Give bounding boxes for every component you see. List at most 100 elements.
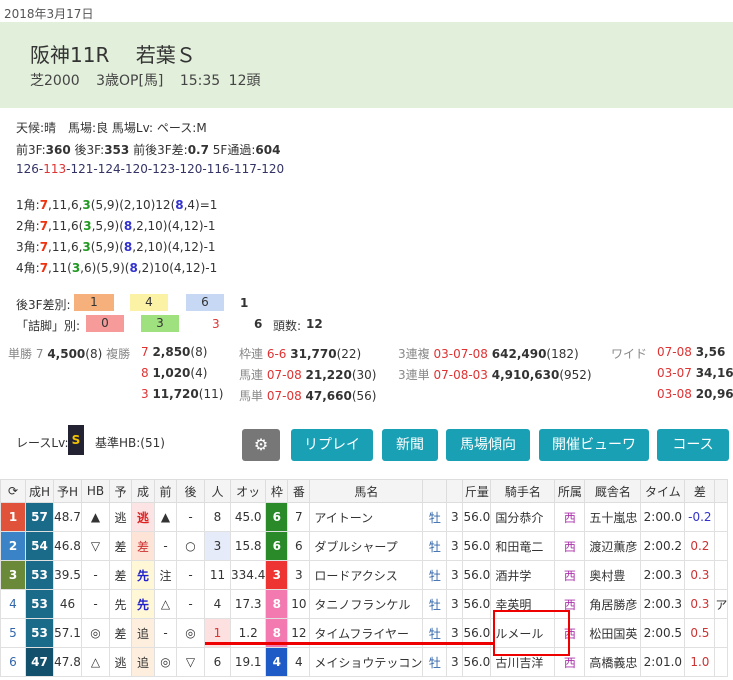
trainer-name: 奥村豊 (584, 560, 642, 590)
horse-name[interactable]: タニノフランケル (309, 589, 424, 619)
settings-button[interactable]: ⚙ (242, 429, 280, 461)
payout-tansho: 単勝 7 4,500(8) 複勝 (8, 347, 131, 361)
tsume-v4: 6 (254, 317, 263, 331)
actual-style: 追 (131, 618, 155, 648)
jockey-name[interactable]: 酒井学 (490, 560, 556, 590)
table-row[interactable]: 1 57 48.7 ▲ 逃逃 ▲ -8 45.0 6 7 アイトーン牡 3 56.0 国分恭介西五十嵐忠 2… (0, 502, 729, 532)
newspaper-button[interactable]: 新聞 (382, 429, 438, 461)
lap-value: 121 (70, 162, 94, 176)
col-header: HB (81, 479, 110, 503)
payout-umatan: 馬単 07-08 47,660(56) (239, 389, 377, 403)
cell: 3 (446, 589, 464, 619)
lap-value: 120 (261, 162, 285, 176)
jockey-name[interactable]: 和田竜二 (490, 531, 556, 561)
corner-part: 7 (39, 261, 49, 275)
actual-style: 逃 (131, 502, 155, 532)
corner-part: ,11,6, (48, 198, 83, 212)
corner-part: 7 (39, 240, 49, 254)
actual-style: 先 (131, 589, 155, 619)
late3f-v2: 4 (130, 294, 168, 311)
fukusho-row: 7 2,850(8) (141, 345, 207, 359)
corner-part: 7 (39, 219, 49, 233)
col-header: 後 (176, 479, 205, 503)
table-row[interactable]: 2 54 46.8 ▽ 差差 - ○ 3 15.8 6 6 ダブルシャープ牡 3 56.0 和田竜二西渡辺薫… (0, 531, 729, 561)
jockey-name[interactable]: 国分恭介 (490, 502, 556, 532)
tsume-label: 「詰脚」別: (16, 319, 81, 333)
cell (714, 618, 729, 648)
cell: 10 (287, 589, 311, 619)
seiseki-hb: 53 (25, 589, 54, 619)
late3f-label: 後3F差別: (16, 298, 71, 312)
corner-part: 3 (82, 240, 91, 254)
track-trend-button[interactable]: 馬場傾向 (446, 429, 530, 461)
wide-row: 07-08 3,56 (657, 345, 725, 359)
cell: ▽ (176, 647, 205, 677)
fukusho-pop: (11) (198, 387, 224, 401)
race-level-badge: S (68, 425, 84, 455)
rank-cell: 4 (0, 589, 26, 619)
seiseki-hb: 54 (25, 531, 54, 561)
cell: △ (154, 589, 177, 619)
sex: 牡 (422, 502, 448, 532)
col-header: 枠 (265, 479, 289, 503)
cell: - (154, 531, 177, 561)
fukusho-row: 8 1,020(4) (141, 366, 207, 380)
cell: 56.0 (462, 502, 492, 532)
cell: 先 (109, 589, 132, 619)
waku-cell: 4 (265, 647, 289, 677)
horse-name[interactable]: メイショウテッコン (309, 647, 424, 677)
table-row[interactable]: 4 53 46- 先先 △ -4 17.3 8 10 タニノフランケル牡 3 56.0 幸英明西角居勝彦… (0, 589, 729, 619)
replay-button[interactable]: リプレイ (291, 429, 373, 461)
cell: - (81, 560, 110, 590)
margin: 0.5 (684, 618, 716, 648)
cell: 15.8 (229, 531, 267, 561)
cell: 3 (446, 531, 464, 561)
cell: 3 (446, 647, 464, 677)
waku-cell: 6 (265, 502, 289, 532)
horse-name[interactable]: ダブルシャープ (309, 531, 424, 561)
cell: 39.5 (53, 560, 82, 590)
corner-line-1: 1角:7,11,6,3(5,9)(2,10)12(8,4)=1 (16, 196, 217, 213)
lap-value: 116 (206, 162, 230, 176)
cell: 46.8 (53, 531, 82, 561)
col-header: 馬名 (309, 479, 424, 503)
table-row[interactable]: 3 53 39.5- 差先注 -11 334.4 3 3 ロードアクシス牡 3 56.0 酒井学西奥村… (0, 560, 729, 590)
cell: 47.8 (53, 647, 82, 677)
meeting-viewer-button[interactable]: 開催ビューワ (539, 429, 649, 461)
race-level-label: レースLv: (16, 436, 69, 450)
cell: 7 (287, 502, 311, 532)
tsume-v3: 3 (212, 317, 220, 331)
cell: - (176, 589, 205, 619)
cell: 2:01.0 (640, 647, 686, 677)
corner-part: 7 (39, 198, 49, 212)
col-header: 所属 (554, 479, 586, 503)
fukusho-num: 7 (141, 345, 153, 359)
race-distance: 芝2000 (30, 73, 80, 89)
affiliation: 西 (554, 531, 586, 561)
col-header (422, 479, 448, 503)
cell: 56.0 (462, 531, 492, 561)
col-header: 人 (204, 479, 231, 503)
waku-cell: 3 (265, 560, 289, 590)
lap-value: 120 (125, 162, 148, 176)
horse-name[interactable]: ロードアクシス (309, 560, 424, 590)
horse-name[interactable]: アイトーン (309, 502, 424, 532)
lap-value: 126 (16, 162, 39, 176)
table-row[interactable]: 6 47 47.8 △ 逃追 ◎ ▽ 6 19.1 4 4 メイショウテッコン牡 3 56.0 古川吉洋西高… (0, 647, 729, 677)
cell (714, 647, 729, 677)
cell: 3 (204, 531, 231, 561)
corner-part: ,2,10)(4,12)-1 (132, 219, 216, 233)
margin: 0.3 (684, 560, 716, 590)
highlight-underline (205, 642, 495, 645)
payout-umaren: 馬連 07-08 21,220(30) (239, 368, 377, 382)
reload-icon[interactable]: ⟳ (0, 479, 26, 503)
cell: 逃 (109, 647, 132, 677)
cell: 57.1 (53, 618, 82, 648)
cell: 3 (287, 560, 311, 590)
corner-part: ,4)=1 (183, 198, 218, 212)
course-button[interactable]: コース (657, 429, 729, 461)
wide-combo: 03-08 (657, 387, 696, 401)
cell: 11 (204, 560, 231, 590)
actual-style: 先 (131, 560, 155, 590)
col-header: 斤量 (462, 479, 492, 503)
